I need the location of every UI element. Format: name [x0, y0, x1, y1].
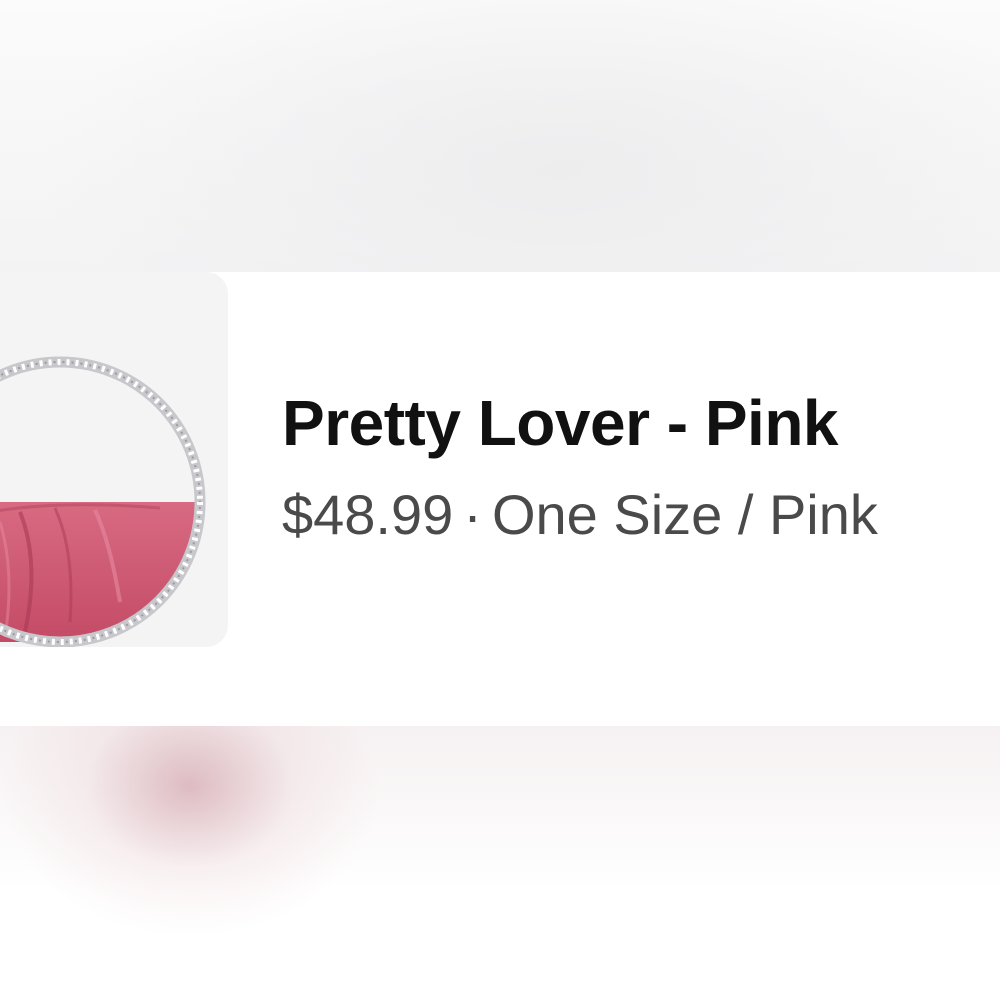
handbag-icon — [0, 356, 206, 647]
product-variant: One Size / Pink — [491, 483, 878, 546]
product-title[interactable]: Pretty Lover - Pink — [282, 386, 839, 460]
blurred-backdrop-bottom — [0, 726, 1000, 1000]
blurred-backdrop-top — [0, 0, 1000, 275]
meta-separator: · — [463, 483, 482, 546]
product-thumbnail[interactable] — [0, 272, 228, 647]
product-card[interactable]: Pretty Lover - Pink $48.99 · One Size / Pi… — [0, 272, 1000, 726]
product-meta: $48.99 · One Size / Pink — [282, 482, 878, 547]
product-price: $48.99 — [282, 483, 454, 546]
